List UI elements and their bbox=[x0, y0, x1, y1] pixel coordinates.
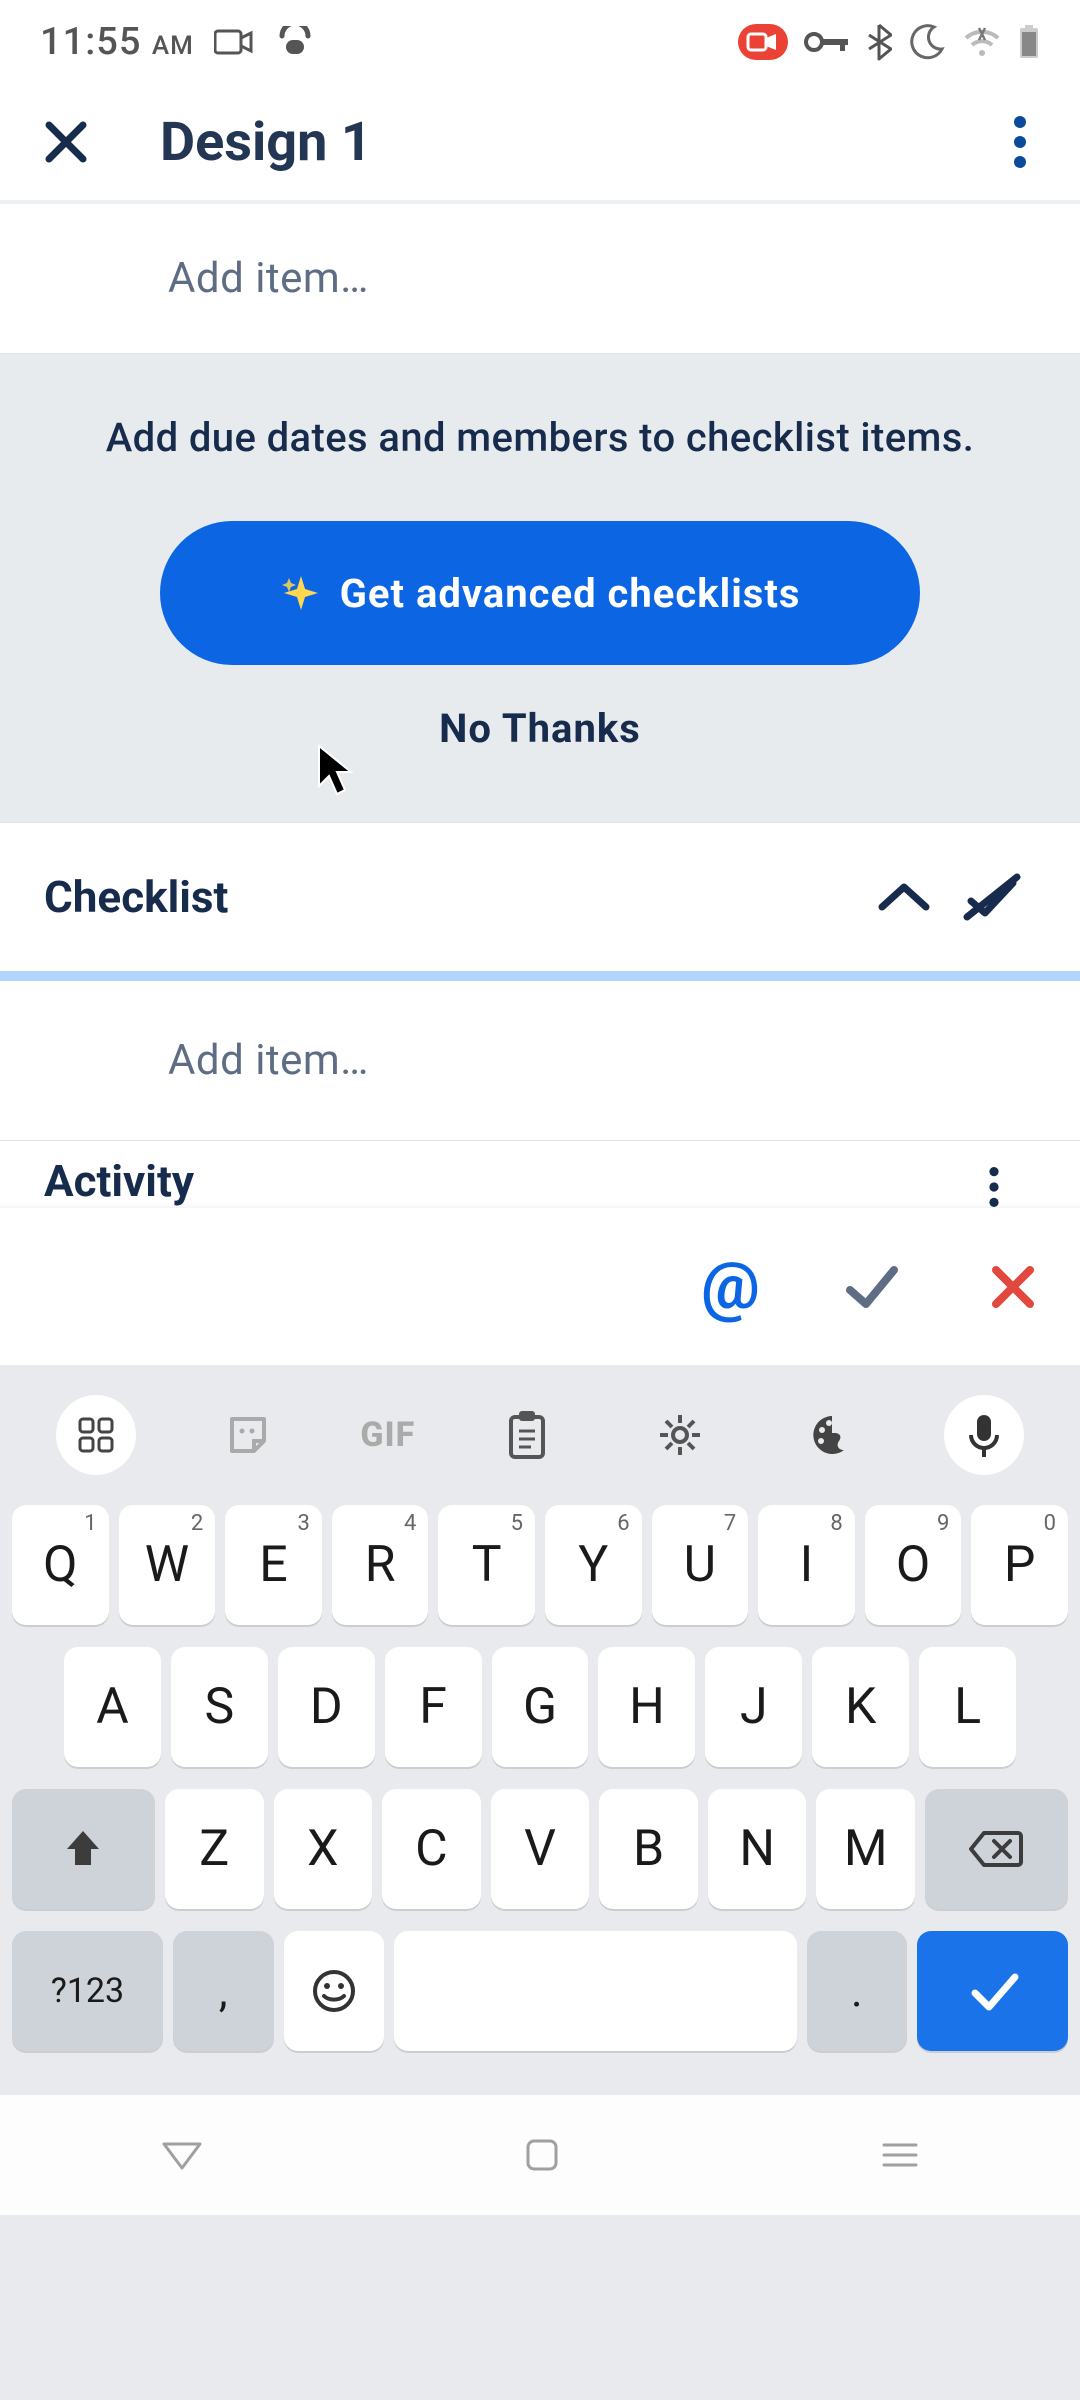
key-p[interactable]: P0 bbox=[971, 1505, 1068, 1625]
key-m[interactable]: M bbox=[816, 1789, 915, 1909]
emoji-key[interactable] bbox=[284, 1931, 385, 2051]
key-d[interactable]: D bbox=[278, 1647, 375, 1767]
add-checklist-item-input[interactable]: Add item… bbox=[0, 981, 1080, 1141]
key-i[interactable]: I8 bbox=[758, 1505, 855, 1625]
gif-button[interactable]: GIF bbox=[360, 1395, 415, 1475]
overflow-menu-button[interactable] bbox=[996, 112, 1044, 172]
key-e[interactable]: E3 bbox=[225, 1505, 322, 1625]
key-l[interactable]: L bbox=[919, 1647, 1016, 1767]
get-advanced-checklists-button[interactable]: Get advanced checklists bbox=[160, 521, 920, 665]
comma-key[interactable]: , bbox=[173, 1931, 274, 2051]
input-action-bar: @ bbox=[0, 1207, 1080, 1365]
sparkle-icon bbox=[280, 572, 322, 614]
key-x[interactable]: X bbox=[274, 1789, 373, 1909]
collapse-checklist-button[interactable] bbox=[860, 879, 948, 915]
key-a[interactable]: A bbox=[64, 1647, 161, 1767]
wifi-icon bbox=[962, 26, 1002, 58]
activity-header: Activity bbox=[0, 1141, 1080, 1207]
clipboard-button[interactable] bbox=[487, 1395, 567, 1475]
key-b[interactable]: B bbox=[599, 1789, 698, 1909]
no-thanks-button[interactable]: No Thanks bbox=[160, 705, 920, 752]
settings-button[interactable] bbox=[640, 1395, 720, 1475]
key-c[interactable]: C bbox=[382, 1789, 481, 1909]
dnd-moon-icon bbox=[908, 23, 946, 61]
activity-menu-button[interactable] bbox=[988, 1167, 1036, 1207]
promo-text: Add due dates and members to checklist i… bbox=[30, 414, 1050, 461]
page-title: Design 1 bbox=[96, 111, 996, 174]
vpn-key-icon bbox=[804, 30, 850, 54]
key-u[interactable]: U7 bbox=[652, 1505, 749, 1625]
nav-recent-button[interactable] bbox=[880, 2140, 920, 2170]
battery-icon bbox=[1018, 24, 1040, 60]
status-bar: 11:55 AM bbox=[0, 0, 1080, 84]
key-k[interactable]: K bbox=[812, 1647, 909, 1767]
key-z[interactable]: Z bbox=[165, 1789, 264, 1909]
add-item-placeholder: Add item… bbox=[168, 254, 369, 303]
bluetooth-icon bbox=[866, 23, 892, 61]
key-n[interactable]: N bbox=[708, 1789, 807, 1909]
checklist-label: Checklist bbox=[44, 871, 860, 923]
status-time: 11:55 AM bbox=[40, 20, 194, 64]
confirm-button[interactable] bbox=[840, 1256, 902, 1318]
add-item-input[interactable]: Add item… bbox=[0, 204, 1080, 354]
shift-key[interactable] bbox=[12, 1789, 155, 1909]
key-v[interactable]: V bbox=[491, 1789, 590, 1909]
system-nav-bar bbox=[0, 2095, 1080, 2215]
mention-button[interactable]: @ bbox=[701, 1248, 760, 1325]
enter-key[interactable] bbox=[917, 1931, 1068, 2051]
key-f[interactable]: F bbox=[385, 1647, 482, 1767]
key-y[interactable]: Y6 bbox=[545, 1505, 642, 1625]
key-w[interactable]: W2 bbox=[119, 1505, 216, 1625]
secondary-button-label: No Thanks bbox=[439, 705, 641, 752]
key-q[interactable]: Q1 bbox=[12, 1505, 109, 1625]
upgrade-promo: Add due dates and members to checklist i… bbox=[0, 354, 1080, 823]
key-o[interactable]: O9 bbox=[865, 1505, 962, 1625]
period-key[interactable]: . bbox=[807, 1931, 908, 2051]
key-s[interactable]: S bbox=[171, 1647, 268, 1767]
keyboard-row-1: Q1W2E3R4T5Y6U7I8O9P0 bbox=[12, 1505, 1068, 1625]
theme-button[interactable] bbox=[792, 1395, 872, 1475]
key-h[interactable]: H bbox=[598, 1647, 695, 1767]
key-r[interactable]: R4 bbox=[332, 1505, 429, 1625]
key-j[interactable]: J bbox=[705, 1647, 802, 1767]
camera-indicator-icon bbox=[214, 28, 254, 56]
keyboard-row-4: ?123 , . bbox=[12, 1931, 1068, 2051]
add-item-placeholder: Add item… bbox=[168, 1036, 369, 1085]
screen-record-icon bbox=[738, 24, 788, 60]
app-header: Design 1 bbox=[0, 84, 1080, 204]
keyboard-row-3: ZXCVBNM bbox=[12, 1789, 1068, 1909]
activity-label: Activity bbox=[44, 1155, 988, 1207]
symbols-key[interactable]: ?123 bbox=[12, 1931, 163, 2051]
nav-back-button[interactable] bbox=[160, 2138, 204, 2172]
backspace-key[interactable] bbox=[925, 1789, 1068, 1909]
keyboard-row-2: ASDFGHJKL bbox=[12, 1647, 1068, 1767]
cancel-button[interactable] bbox=[982, 1256, 1044, 1318]
sticker-button[interactable] bbox=[208, 1395, 288, 1475]
key-g[interactable]: G bbox=[492, 1647, 589, 1767]
space-key[interactable] bbox=[394, 1931, 796, 2051]
keyboard-apps-button[interactable] bbox=[56, 1395, 136, 1475]
close-button[interactable] bbox=[36, 112, 96, 172]
hotspot-icon bbox=[274, 26, 316, 58]
nav-home-button[interactable] bbox=[524, 2137, 560, 2173]
primary-button-label: Get advanced checklists bbox=[340, 570, 801, 617]
voice-input-button[interactable] bbox=[944, 1395, 1024, 1475]
checklist-header: Checklist bbox=[0, 823, 1080, 981]
hide-checked-items-button[interactable] bbox=[948, 871, 1036, 923]
on-screen-keyboard: GIF Q1W2E3R4T5Y6U7I8O9P0 ASDFGHJKL ZXCVB… bbox=[0, 1365, 1080, 2400]
key-t[interactable]: T5 bbox=[438, 1505, 535, 1625]
